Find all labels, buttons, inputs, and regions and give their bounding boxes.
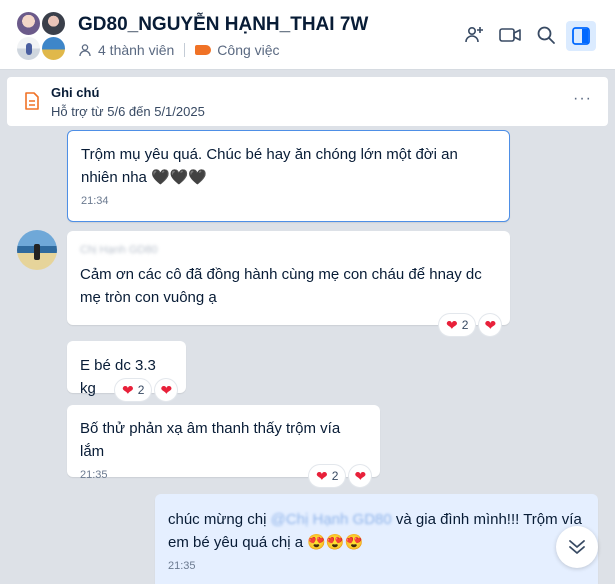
heart-icon: ❤ bbox=[446, 316, 458, 333]
reaction-summary[interactable]: ❤ 2 bbox=[439, 314, 476, 336]
note-icon bbox=[25, 92, 39, 110]
mention-link[interactable]: @Chị Hạnh GD80 bbox=[271, 511, 392, 528]
add-member-button[interactable] bbox=[461, 22, 487, 48]
heart-icon: ❤ bbox=[484, 316, 497, 333]
sidebar-panel-icon bbox=[572, 27, 590, 45]
reaction-count: 2 bbox=[331, 469, 339, 483]
add-user-icon bbox=[465, 26, 483, 43]
reaction-count: 2 bbox=[137, 383, 145, 397]
react-button[interactable]: ❤ bbox=[155, 379, 178, 401]
tag-icon bbox=[195, 45, 212, 55]
message-time: 21:35 bbox=[168, 560, 196, 572]
member-avatar bbox=[41, 11, 66, 36]
message-bubble[interactable]: Trộm mụ yêu quá. Chúc bé hay ăn chóng lớ… bbox=[67, 130, 510, 222]
message-time: 21:34 bbox=[81, 195, 109, 207]
scroll-to-bottom-button[interactable] bbox=[556, 526, 598, 568]
pinned-note[interactable]: Ghi chú Hỗ trợ từ 5/6 đến 5/1/2025 ··· bbox=[7, 77, 608, 126]
note-description: Hỗ trợ từ 5/6 đến 5/1/2025 bbox=[51, 104, 205, 119]
category-label[interactable]: Công việc bbox=[217, 42, 279, 58]
message-text: Cảm ơn các cô đã đồng hành cùng mẹ con c… bbox=[80, 266, 482, 306]
sender-name[interactable]: Chị Hạnh GD80 bbox=[80, 243, 497, 257]
message-bubble[interactable]: Chị Hạnh GD80 Cảm ơn các cô đã đồng hành… bbox=[67, 231, 510, 325]
toggle-info-panel-button[interactable] bbox=[566, 21, 596, 51]
conversation-title[interactable]: GD80_NGUYỄN HẠNH_THAI 7W bbox=[78, 14, 368, 36]
reaction-bar: ❤ 2 ❤ bbox=[439, 314, 502, 336]
message-text: chúc mừng chị @Chị Hạnh GD80 và gia đình… bbox=[168, 508, 585, 554]
reaction-bar: ❤ 2 ❤ bbox=[309, 465, 372, 487]
message-text: Trộm mụ yêu quá. Chúc bé hay ăn chóng lớ… bbox=[81, 146, 458, 186]
double-chevron-down-icon bbox=[569, 540, 585, 554]
message-text: Bố thử phản xạ âm thanh thấy trộm vía lắ… bbox=[80, 420, 341, 460]
note-title: Ghi chú bbox=[51, 85, 100, 100]
chat-header: GD80_NGUYỄN HẠNH_THAI 7W 4 thành viên Cô… bbox=[0, 0, 615, 70]
member-avatar bbox=[41, 36, 66, 61]
heart-icon: ❤ bbox=[122, 381, 134, 398]
conversation-subtitle: 4 thành viên Công việc bbox=[78, 42, 280, 58]
react-button[interactable]: ❤ bbox=[349, 465, 372, 487]
sender-avatar[interactable] bbox=[17, 230, 57, 270]
search-icon bbox=[537, 26, 555, 44]
more-options-button[interactable]: ··· bbox=[573, 90, 592, 108]
heart-icon: ❤ bbox=[316, 467, 328, 484]
own-message-bubble[interactable]: chúc mừng chị @Chị Hạnh GD80 và gia đình… bbox=[155, 494, 598, 584]
reaction-count: 2 bbox=[461, 318, 469, 332]
reaction-summary[interactable]: ❤ 2 bbox=[115, 379, 152, 401]
divider bbox=[184, 43, 186, 57]
video-camera-icon bbox=[499, 28, 521, 42]
react-button[interactable]: ❤ bbox=[479, 314, 502, 336]
message-text-part: chúc mừng chị bbox=[168, 511, 271, 528]
user-icon bbox=[79, 44, 91, 57]
member-avatar bbox=[16, 11, 41, 36]
heart-icon: ❤ bbox=[354, 467, 367, 484]
heart-icon: ❤ bbox=[160, 381, 173, 398]
video-call-button[interactable] bbox=[497, 22, 523, 48]
group-avatar[interactable] bbox=[16, 11, 68, 63]
reaction-bar: ❤ 2 ❤ bbox=[115, 379, 178, 401]
member-count[interactable]: 4 thành viên bbox=[98, 42, 174, 58]
search-button[interactable] bbox=[533, 22, 559, 48]
reaction-summary[interactable]: ❤ 2 bbox=[309, 465, 346, 487]
member-avatar bbox=[16, 36, 41, 61]
